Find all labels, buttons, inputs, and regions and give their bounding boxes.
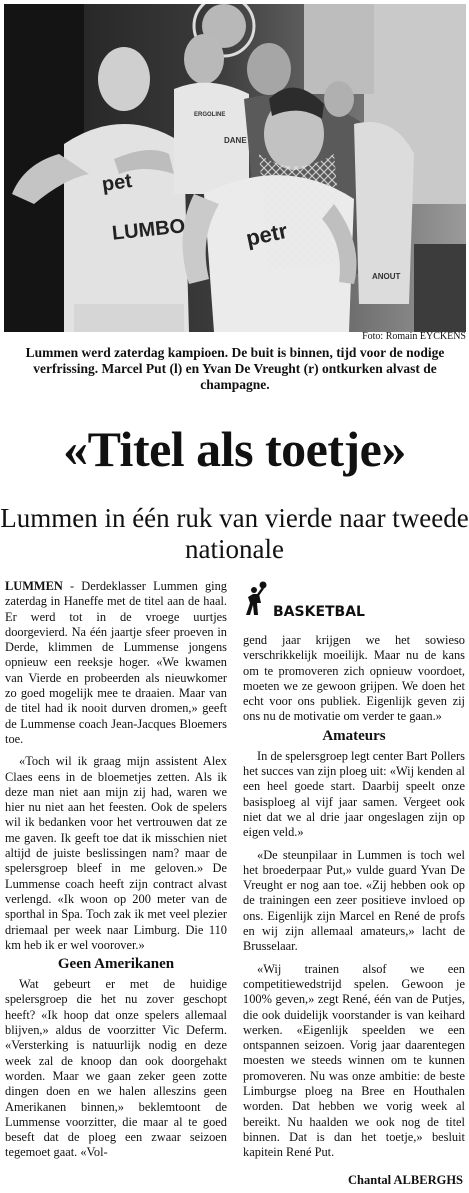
article-paragraph: gend jaar krijgen we het sowieso verschr… [243,633,465,724]
article-paragraph: In de spelersgroep legt center Bart Poll… [243,748,465,840]
article-paragraph: «Toch wil ik graag mijn assistent Alex C… [5,754,227,952]
dateline: LUMMEN [5,579,63,593]
jersey-text-ergoline: ERGOLINE [194,112,226,118]
article-paragraph: LUMMEN - Derdeklasser Lummen ging zaterd… [5,579,227,747]
article-paragraph: Wat gebeurt er met de huidige spelersgro… [5,977,227,1160]
photo-credit: Foto: Romain EYCKENS [362,331,466,342]
basketball-player-icon [243,581,269,622]
rubric-label: BASKETBAL [273,604,365,620]
article-paragraph: «Wij trainen alsof we een competitieweds… [243,961,465,1160]
celebration-photo-illustration [4,4,466,332]
article-column-left: LUMMEN - Derdeklasser Lummen ging zaterd… [5,579,227,1161]
photo-caption: Lummen werd zaterdag kampioen. De buit i… [25,345,445,392]
byline: Chantal ALBERGHS [348,1173,463,1187]
article-column-right: gend jaar krijgen we het sowieso verschr… [243,633,465,1161]
jersey-text-dane: DANE [224,136,247,145]
jersey-text-anout: ANOUT [372,272,401,281]
article-paragraph: «De steunpilaar in Lummen is toch wel he… [243,847,465,954]
intertitle: Amateurs [322,727,386,744]
headline: «Titel als toetje» [63,421,406,477]
jersey-text-pet: pet [100,170,134,196]
subheadline: Lummen in één ruk van vierde naar tweede… [0,503,469,564]
section-rubric: BASKETBAL [243,581,465,622]
intertitle: Geen Amerikanen [57,956,175,973]
paragraph-text: - Derdeklasser Lummen ging zaterdag in H… [5,579,227,746]
news-photo: pet LUMBO petr ERGOLINE DANE ANOUT [4,4,466,332]
